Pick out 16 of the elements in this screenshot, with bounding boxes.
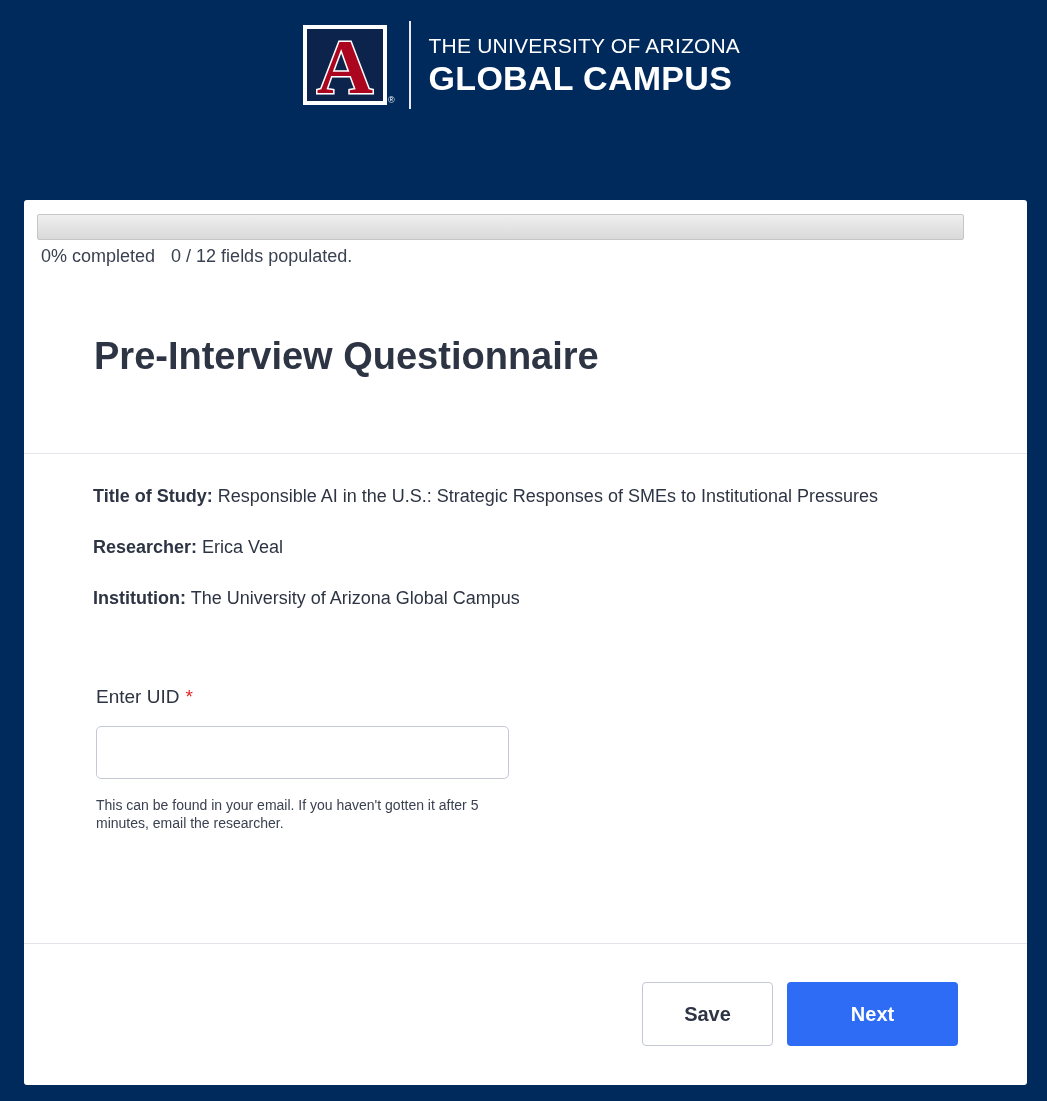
info-text: Institution: The University of Arizona Global Campus <box>93 587 521 610</box>
next-button[interactable]: Next <box>787 982 958 1046</box>
registered-mark: ® <box>387 95 395 105</box>
field-label: Enter UID <box>96 686 180 708</box>
info-text: Researcher: Erica Veal <box>93 536 285 559</box>
required-marker: * <box>185 686 193 708</box>
info-text: Title of Study: Responsible AI in the U.S.: Strategic Responses of SMEs to Institutional Pressures <box>93 485 879 508</box>
progress-percent: 0% completed <box>41 246 156 267</box>
input-field[interactable] <box>96 726 509 779</box>
save-button[interactable]: Save <box>642 982 773 1046</box>
logo-mark: A <box>302 25 387 105</box>
form-title: Pre-Interview Questionnaire <box>24 267 1027 454</box>
progress-count: 0 / 12 fields populated. <box>171 246 353 267</box>
help-text: This can be found in your email. If you haven't gotten it after 5 minutes, email the researcher. <box>96 796 480 832</box>
logo-text: GLOBAL CAMPUS <box>428 59 734 97</box>
logo-text: THE UNIVERSITY OF ARIZONA <box>428 33 741 59</box>
